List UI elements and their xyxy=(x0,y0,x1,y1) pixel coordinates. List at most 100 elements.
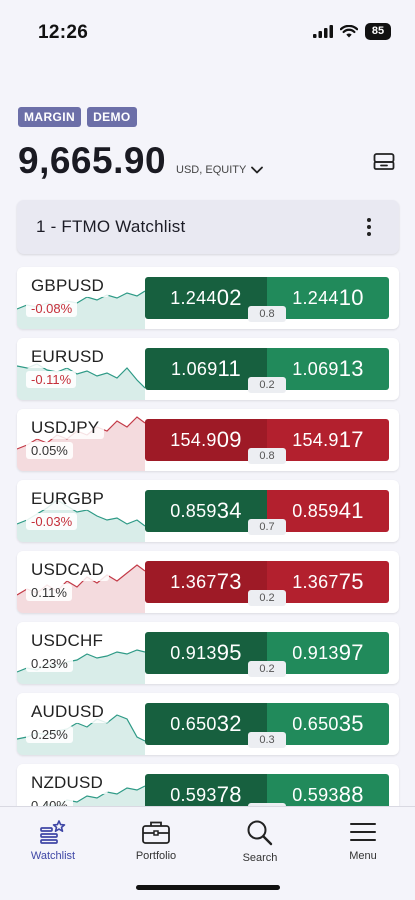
buy-price-prefix: 1.367 xyxy=(292,571,339,592)
watchlist-row[interactable]: USDJPY 0.05% 154.9 09 154.9 17 0.8 xyxy=(17,409,399,471)
equity-unit-label: USD, EQUITY xyxy=(176,164,247,176)
watchlist-selector[interactable]: 1 - FTMO Watchlist xyxy=(17,200,399,254)
sell-price-prefix: 0.650 xyxy=(170,713,217,734)
symbol-info: USDCAD 0.11% xyxy=(26,559,109,601)
daily-change: 0.25% xyxy=(26,726,73,743)
nav-watchlist[interactable]: Watchlist xyxy=(13,819,93,862)
symbol-info: USDJPY 0.05% xyxy=(26,417,105,459)
nav-portfolio[interactable]: Portfolio xyxy=(116,819,196,862)
daily-change: 0.23% xyxy=(26,655,73,672)
sell-price-pips: 34 xyxy=(216,498,242,523)
buy-price-prefix: 0.913 xyxy=(292,642,339,663)
equity-value: 9,665.90 xyxy=(18,140,167,181)
demo-badge: DEMO xyxy=(87,107,137,127)
sell-price-prefix: 154.9 xyxy=(170,429,217,450)
buy-price-prefix: 0.650 xyxy=(292,713,339,734)
watchlist-row[interactable]: USDCAD 0.11% 1.367 73 1.367 75 0.2 xyxy=(17,551,399,613)
cash-drawer-icon[interactable] xyxy=(373,152,395,172)
search-icon xyxy=(247,820,273,846)
wifi-icon xyxy=(340,25,358,38)
nav-search-label: Search xyxy=(242,852,278,864)
symbol-name: USDCHF xyxy=(26,630,109,652)
account-badges: MARGIN DEMO xyxy=(18,107,137,127)
symbol-info: EURGBP -0.03% xyxy=(26,488,109,530)
buy-price-prefix: 1.069 xyxy=(292,358,339,379)
buy-price-prefix: 154.9 xyxy=(292,429,339,450)
cellular-signal-icon xyxy=(313,25,333,38)
symbol-info: AUDUSD 0.25% xyxy=(26,701,109,743)
nav-watchlist-label: Watchlist xyxy=(30,850,76,862)
sell-price-prefix: 1.244 xyxy=(170,287,217,308)
sell-price-pips: 73 xyxy=(216,569,242,594)
sell-price-prefix: 0.859 xyxy=(170,500,217,521)
watchlist-row[interactable]: GBPUSD -0.08% 1.244 02 1.244 10 0.8 xyxy=(17,267,399,329)
buy-price-pips: 13 xyxy=(338,356,364,381)
symbol-name: AUDUSD xyxy=(26,701,109,723)
sell-price-pips: 02 xyxy=(216,285,242,310)
symbol-name: NZDUSD xyxy=(26,772,109,794)
sell-price-pips: 09 xyxy=(216,427,242,452)
sell-price-prefix: 1.367 xyxy=(170,571,217,592)
watchlist-rows: GBPUSD -0.08% 1.244 02 1.244 10 0.8 EURUSD… xyxy=(17,267,399,835)
watchlist-row[interactable]: USDCHF 0.23% 0.913 95 0.913 97 0.2 xyxy=(17,622,399,684)
buy-price-pips: 97 xyxy=(338,640,364,665)
daily-change: 0.05% xyxy=(26,442,73,459)
symbol-name: GBPUSD xyxy=(26,275,109,297)
sell-price-pips: 95 xyxy=(216,640,242,665)
chevron-down-icon xyxy=(251,166,264,174)
nav-menu[interactable]: Menu xyxy=(323,819,403,862)
daily-change: 0.11% xyxy=(26,584,72,601)
sell-price-prefix: 0.913 xyxy=(170,642,217,663)
symbol-info: GBPUSD -0.08% xyxy=(26,275,109,317)
more-vertical-icon[interactable] xyxy=(357,215,381,239)
status-bar: 12:26 85 xyxy=(0,0,415,60)
symbol-name: USDJPY xyxy=(26,417,105,439)
menu-icon xyxy=(350,823,376,841)
sell-price-pips: 32 xyxy=(216,711,242,736)
symbol-info: USDCHF 0.23% xyxy=(26,630,109,672)
nav-portfolio-label: Portfolio xyxy=(135,850,177,862)
sell-price-pips: 11 xyxy=(217,356,241,381)
buy-price-pips: 75 xyxy=(338,569,364,594)
buy-price-pips: 88 xyxy=(338,782,364,807)
watchlist-row[interactable]: AUDUSD 0.25% 0.650 32 0.650 35 0.3 xyxy=(17,693,399,755)
watchlist-row[interactable]: EURGBP -0.03% 0.859 34 0.859 41 0.7 xyxy=(17,480,399,542)
spread-badge: 0.8 xyxy=(248,448,286,464)
buy-price-pips: 41 xyxy=(338,498,364,523)
buy-price-pips: 17 xyxy=(338,427,364,452)
daily-change: -0.03% xyxy=(26,513,78,530)
status-icons: 85 xyxy=(313,23,391,40)
watchlist-icon xyxy=(40,820,66,844)
spread-badge: 0.7 xyxy=(248,519,286,535)
daily-change: -0.11% xyxy=(26,371,77,388)
watchlist-title: 1 - FTMO Watchlist xyxy=(36,217,186,236)
symbol-name: USDCAD xyxy=(26,559,109,581)
nav-menu-label: Menu xyxy=(349,850,377,862)
buy-price-pips: 35 xyxy=(338,711,364,736)
buy-price-pips: 10 xyxy=(338,285,364,310)
symbol-name: EURUSD xyxy=(26,346,109,368)
briefcase-icon xyxy=(142,821,170,844)
home-indicator xyxy=(136,885,280,890)
symbol-name: EURGBP xyxy=(26,488,109,510)
watchlist-row[interactable]: EURUSD -0.11% 1.069 11 1.069 13 0.2 xyxy=(17,338,399,400)
symbol-info: EURUSD -0.11% xyxy=(26,346,109,388)
daily-change: -0.08% xyxy=(26,300,78,317)
status-time: 12:26 xyxy=(38,22,89,43)
spread-badge: 0.2 xyxy=(248,377,286,393)
buy-price-prefix: 0.593 xyxy=(292,784,339,805)
buy-price-prefix: 0.859 xyxy=(292,500,339,521)
battery-icon: 85 xyxy=(365,23,391,40)
equity-summary[interactable]: 9,665.90 USD, EQUITY xyxy=(18,140,264,182)
equity-unit-selector[interactable]: USD, EQUITY xyxy=(176,164,264,176)
spread-badge: 0.2 xyxy=(248,661,286,677)
spread-badge: 0.3 xyxy=(248,732,286,748)
margin-badge: MARGIN xyxy=(18,107,82,127)
buy-price-prefix: 1.244 xyxy=(292,287,339,308)
sell-price-prefix: 0.593 xyxy=(170,784,217,805)
spread-badge: 0.8 xyxy=(248,306,286,322)
sell-price-pips: 78 xyxy=(216,782,242,807)
sell-price-prefix: 1.069 xyxy=(171,358,218,379)
nav-search[interactable]: Search xyxy=(220,819,300,864)
spread-badge: 0.2 xyxy=(248,590,286,606)
